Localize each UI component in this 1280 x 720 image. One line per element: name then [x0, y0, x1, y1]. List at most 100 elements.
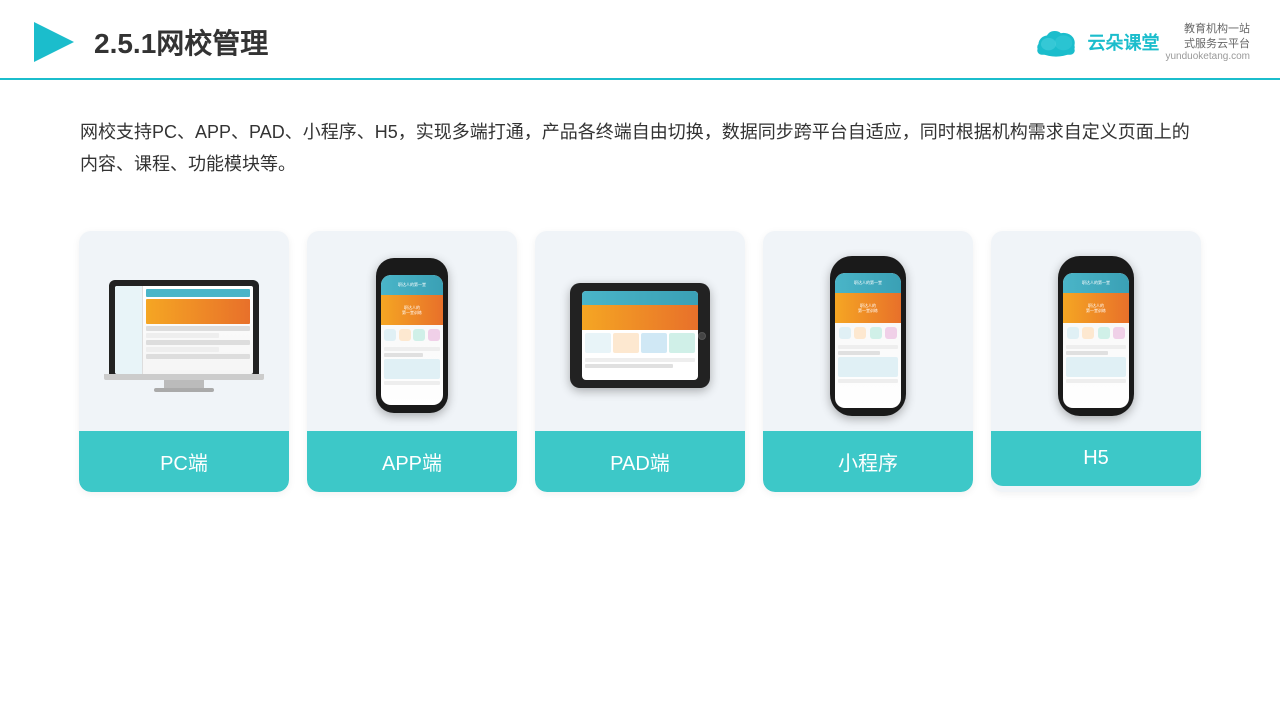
header-left: 2.5.1网校管理 [30, 18, 268, 66]
h5-icon-3 [1098, 327, 1110, 339]
pc-row-3 [146, 340, 250, 345]
logo-tagline-block: 教育机构一站 式服务云平台 yunduoketang.com [1165, 22, 1250, 62]
phone-icons-row-h5 [1063, 323, 1129, 343]
phone-notch-app [400, 266, 424, 272]
miniapp-block [838, 357, 898, 377]
phone-screen-banner-h5: 职达人的第一堂训练 [1063, 293, 1129, 323]
miniapp-label: 小程序 [763, 431, 973, 492]
phone-banner-text-h5: 职达人的第一堂训练 [1086, 303, 1106, 313]
pc-row-2 [146, 333, 219, 338]
pc-mockup [104, 280, 264, 392]
logo-cloud: 云朵课堂 教育机构一站 式服务云平台 yunduoketang.com [1031, 22, 1250, 62]
phone-screen-app: 职达人的第一堂 职达人的第一堂训练 [381, 275, 443, 405]
pad-label: PAD端 [535, 431, 745, 492]
logo-tagline: 教育机构一站 式服务云平台 [1165, 22, 1250, 51]
pc-screen-outer [109, 280, 259, 374]
phone-notch-h5 [1084, 264, 1108, 270]
h5-icon-2 [1082, 327, 1094, 339]
page-title: 2.5.1网校管理 [94, 22, 268, 62]
h5-row-1 [1066, 345, 1126, 349]
phone-screen-banner-miniapp: 职达人的第一堂训练 [835, 293, 901, 323]
pc-stand [164, 380, 204, 388]
phone-content-rows-app [381, 345, 443, 387]
pad-home-btn [698, 332, 706, 340]
phone-mockup-h5: 职达人的第一堂 职达人的第一堂训练 [1058, 256, 1134, 416]
phone-content-block [384, 359, 440, 379]
phone-screen-header-h5: 职达人的第一堂 [1063, 273, 1129, 293]
miniapp-icon-1 [839, 327, 851, 339]
phone-content-row-2 [384, 353, 423, 357]
miniapp-image-area: 职达人的第一堂 职达人的第一堂训练 [763, 231, 973, 431]
pc-screen-inner [115, 286, 253, 374]
pad-mockup [570, 283, 710, 388]
phone-banner-text-app: 职达人的第一堂训练 [402, 305, 422, 315]
pc-row-4 [146, 347, 219, 352]
phone-screen-header-app: 职达人的第一堂 [381, 275, 443, 295]
pc-row-5 [146, 354, 250, 359]
pc-header-bar [146, 289, 250, 297]
h5-image-area: 职达人的第一堂 职达人的第一堂训练 [991, 231, 1201, 431]
phone-content-row-3 [384, 381, 440, 385]
phone-icon-4 [428, 329, 440, 341]
h5-block [1066, 357, 1126, 377]
logo-area: 云朵课堂 教育机构一站 式服务云平台 yunduoketang.com [1031, 22, 1250, 62]
miniapp-icon-2 [854, 327, 866, 339]
miniapp-row-2 [838, 351, 880, 355]
phone-mockup-app: 职达人的第一堂 职达人的第一堂训练 [376, 258, 448, 413]
phone-icon-2 [399, 329, 411, 341]
app-label: APP端 [307, 431, 517, 492]
pc-sidebar-mock [115, 286, 143, 374]
card-pc: PC端 [79, 231, 289, 492]
phone-icons-row-miniapp [835, 323, 901, 343]
h5-icon-1 [1067, 327, 1079, 339]
pad-screen-header [582, 291, 698, 305]
pad-screen-grid [582, 330, 698, 356]
phone-icons-row-app [381, 325, 443, 345]
pad-row-2 [585, 364, 673, 368]
pad-grid-2 [613, 333, 639, 353]
card-h5: 职达人的第一堂 职达人的第一堂训练 [991, 231, 1201, 492]
card-app: 职达人的第一堂 职达人的第一堂训练 [307, 231, 517, 492]
pad-screen [582, 291, 698, 380]
pc-screen-content [115, 286, 253, 374]
phone-outer-h5: 职达人的第一堂 职达人的第一堂训练 [1058, 256, 1134, 416]
phone-icon-1 [384, 329, 396, 341]
page-header: 2.5.1网校管理 云朵课堂 教育机构一站 式服务云平台 [0, 0, 1280, 80]
pad-grid-4 [669, 333, 695, 353]
pc-label: PC端 [79, 431, 289, 492]
pc-banner [146, 299, 250, 324]
logo-name: 云朵课堂 [1087, 29, 1159, 55]
phone-banner-text-miniapp: 职达人的第一堂训练 [858, 303, 878, 313]
pc-row-1 [146, 326, 250, 331]
h5-row-3 [1066, 379, 1126, 383]
pad-image-area [535, 231, 745, 431]
miniapp-icon-3 [870, 327, 882, 339]
cloud-icon [1031, 25, 1081, 60]
miniapp-icon-4 [885, 327, 897, 339]
pc-main-mock [143, 286, 253, 374]
cards-section: PC端 职达人的第一堂 职达人的第一堂训练 [0, 211, 1280, 492]
logo-url: yunduoketang.com [1165, 51, 1250, 62]
pad-grid-1 [585, 333, 611, 353]
phone-icon-3 [413, 329, 425, 341]
phone-screen-banner-app: 职达人的第一堂训练 [381, 295, 443, 325]
card-pad: PAD端 [535, 231, 745, 492]
h5-label: H5 [991, 431, 1201, 486]
pad-screen-banner [582, 305, 698, 330]
play-icon [30, 18, 78, 66]
card-miniapp: 职达人的第一堂 职达人的第一堂训练 [763, 231, 973, 492]
phone-outer-miniapp: 职达人的第一堂 职达人的第一堂训练 [830, 256, 906, 416]
description-content: 网校支持PC、APP、PAD、小程序、H5，实现多端打通，产品各终端自由切换，数… [80, 116, 1200, 181]
phone-notch-miniapp [856, 264, 880, 270]
miniapp-row-1 [838, 345, 898, 349]
pc-foot [154, 388, 214, 392]
logo-text: 云朵课堂 [1087, 29, 1159, 55]
phone-mockup-miniapp: 职达人的第一堂 职达人的第一堂训练 [830, 256, 906, 416]
phone-screen-miniapp: 职达人的第一堂 职达人的第一堂训练 [835, 273, 901, 408]
miniapp-row-3 [838, 379, 898, 383]
h5-row-2 [1066, 351, 1108, 355]
phone-content-rows-miniapp [835, 343, 901, 385]
phone-content-row-1 [384, 347, 440, 351]
pad-grid-3 [641, 333, 667, 353]
pad-outer [570, 283, 710, 388]
